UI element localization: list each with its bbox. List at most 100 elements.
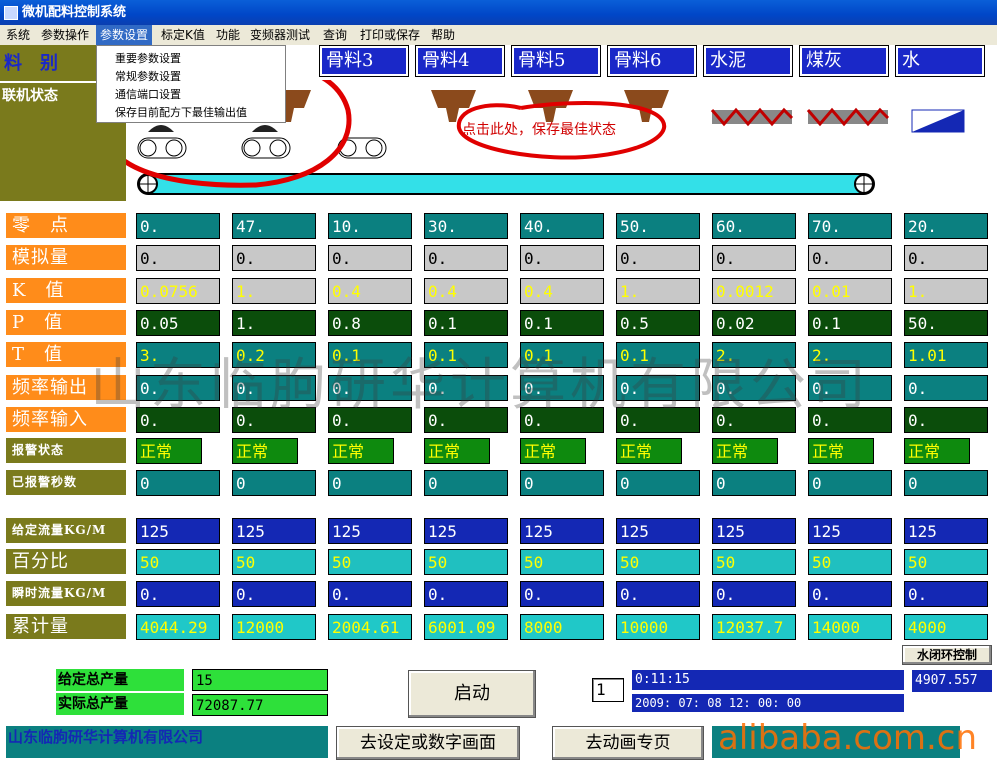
alarm-seconds-cell: 0 bbox=[424, 470, 508, 496]
accumulated-cell: 4000 bbox=[904, 614, 988, 640]
menu-query[interactable]: 查询 bbox=[319, 25, 351, 45]
set-flow-cell: 125 bbox=[136, 518, 220, 544]
alarm-seconds-cell: 0 bbox=[520, 470, 604, 496]
instant-flow-cell: 0. bbox=[328, 581, 412, 607]
menu-inverter-test[interactable]: 变频器测试 bbox=[246, 25, 314, 45]
menu-function[interactable]: 功能 bbox=[212, 25, 244, 45]
menu-calibrate-k[interactable]: 标定K值 bbox=[157, 25, 209, 45]
zero-point-cell: 60. bbox=[712, 213, 796, 239]
water-loop-control-button[interactable]: 水闭环控制 bbox=[902, 645, 992, 665]
alarm-status-cell: 正常 bbox=[232, 438, 298, 464]
p-value-cell: 0.1 bbox=[520, 310, 604, 336]
set-flow-cell: 125 bbox=[712, 518, 796, 544]
dropdown-comm-port[interactable]: 通信端口设置 bbox=[115, 86, 181, 102]
counter-field[interactable]: 1 bbox=[592, 678, 624, 702]
set-flow-cell: 125 bbox=[232, 518, 316, 544]
zero-point-cell: 47. bbox=[232, 213, 316, 239]
k-value-cell: 1. bbox=[616, 278, 700, 304]
start-button[interactable]: 启动 bbox=[408, 670, 536, 718]
analog-cell: 0. bbox=[328, 245, 412, 271]
alarm-seconds-cell: 0 bbox=[712, 470, 796, 496]
alarm-status-cell: 正常 bbox=[136, 438, 202, 464]
instant-flow-cell: 0. bbox=[904, 581, 988, 607]
accumulated-cell: 10000 bbox=[616, 614, 700, 640]
accumulated-cell: 12037.7 bbox=[712, 614, 796, 640]
belt-feeder-icon bbox=[137, 125, 187, 159]
instant-flow-cell: 0. bbox=[232, 581, 316, 607]
k-value-cell: 0.0012 bbox=[712, 278, 796, 304]
belt-feeder-icon bbox=[241, 125, 291, 159]
title-bar: 微机配料控制系统 bbox=[0, 0, 997, 25]
accumulated-cell: 2004.61 bbox=[328, 614, 412, 640]
instant-flow-cell: 0. bbox=[808, 581, 892, 607]
analog-cell: 0. bbox=[904, 245, 988, 271]
row-label-zero-point: 零 点 bbox=[6, 213, 126, 238]
alarm-status-cell: 正常 bbox=[328, 438, 394, 464]
instant-flow-cell: 0. bbox=[616, 581, 700, 607]
accumulated-cell: 14000 bbox=[808, 614, 892, 640]
accumulated-cell: 8000 bbox=[520, 614, 604, 640]
p-value-cell: 50. bbox=[904, 310, 988, 336]
analog-cell: 0. bbox=[424, 245, 508, 271]
goto-animation-button[interactable]: 去动画专页 bbox=[552, 726, 704, 760]
link-status-label: 联机状态 bbox=[2, 88, 58, 104]
instant-flow-cell: 0. bbox=[424, 581, 508, 607]
actual-total-label: 实际总产量 bbox=[56, 693, 184, 715]
alarm-status-cell: 正常 bbox=[424, 438, 490, 464]
zero-point-cell: 70. bbox=[808, 213, 892, 239]
material-header-aggregate4: 骨料4 bbox=[415, 45, 505, 77]
screw-feeder-icon bbox=[710, 107, 794, 127]
material-header-water: 水 bbox=[895, 45, 985, 77]
p-value-cell: 1. bbox=[232, 310, 316, 336]
alarm-status-cell: 正常 bbox=[904, 438, 970, 464]
percentage-cell: 50 bbox=[328, 549, 412, 575]
menu-param-ops[interactable]: 参数操作 bbox=[37, 25, 93, 45]
percentage-cell: 50 bbox=[808, 549, 892, 575]
k-value-cell: 0.01 bbox=[808, 278, 892, 304]
p-value-cell: 0.8 bbox=[328, 310, 412, 336]
datetime-display: 2009: 07: 08 12: 00: 00 bbox=[632, 694, 904, 712]
k-value-cell: 0.4 bbox=[328, 278, 412, 304]
material-label: 料 别 bbox=[4, 53, 58, 74]
zero-point-cell: 10. bbox=[328, 213, 412, 239]
percentage-cell: 50 bbox=[520, 549, 604, 575]
row-label-percentage: 百分比 bbox=[6, 549, 126, 574]
menu-help[interactable]: 帮助 bbox=[427, 25, 459, 45]
accumulated-cell: 6001.09 bbox=[424, 614, 508, 640]
zero-point-cell: 30. bbox=[424, 213, 508, 239]
material-header-cement: 水泥 bbox=[703, 45, 793, 77]
zero-point-cell: 50. bbox=[616, 213, 700, 239]
menu-param-settings[interactable]: 参数设置 bbox=[96, 25, 153, 45]
row-label-set-flow: 给定流量KG/M bbox=[6, 518, 126, 543]
alarm-status-cell: 正常 bbox=[616, 438, 682, 464]
row-label-k-value: K 值 bbox=[6, 278, 126, 303]
goto-setting-button[interactable]: 去设定或数字画面 bbox=[336, 726, 520, 760]
k-value-cell: 0.4 bbox=[424, 278, 508, 304]
material-header-flyash: 煤灰 bbox=[799, 45, 889, 77]
set-flow-cell: 125 bbox=[424, 518, 508, 544]
alarm-seconds-cell: 0 bbox=[616, 470, 700, 496]
dropdown-general-params[interactable]: 常规参数设置 bbox=[115, 68, 181, 84]
material-header-aggregate5: 骨料5 bbox=[511, 45, 601, 77]
instant-flow-cell: 0. bbox=[136, 581, 220, 607]
menu-print-save[interactable]: 打印或保存 bbox=[356, 25, 424, 45]
analog-cell: 0. bbox=[712, 245, 796, 271]
dropdown-important-params[interactable]: 重要参数设置 bbox=[115, 50, 181, 66]
instant-flow-cell: 0. bbox=[520, 581, 604, 607]
elapsed-timer: 0:11:15 bbox=[632, 670, 904, 690]
alarm-seconds-cell: 0 bbox=[232, 470, 316, 496]
zero-point-cell: 20. bbox=[904, 213, 988, 239]
dropdown-save-best-output[interactable]: 保存目前配方下最佳输出值 bbox=[115, 104, 247, 120]
row-label-alarm-seconds: 已报警秒数 bbox=[6, 470, 126, 495]
brand-watermark: alibaba.com.cn bbox=[718, 718, 978, 758]
analog-cell: 0. bbox=[808, 245, 892, 271]
set-total-label: 给定总产量 bbox=[56, 669, 184, 691]
percentage-cell: 50 bbox=[136, 549, 220, 575]
alarm-status-cell: 正常 bbox=[712, 438, 778, 464]
percentage-cell: 50 bbox=[904, 549, 988, 575]
material-header-aggregate6: 骨料6 bbox=[607, 45, 697, 77]
accumulated-cell: 4044.29 bbox=[136, 614, 220, 640]
set-flow-cell: 125 bbox=[808, 518, 892, 544]
menu-system[interactable]: 系统 bbox=[2, 25, 34, 45]
set-total-field[interactable]: 15 bbox=[192, 669, 328, 691]
